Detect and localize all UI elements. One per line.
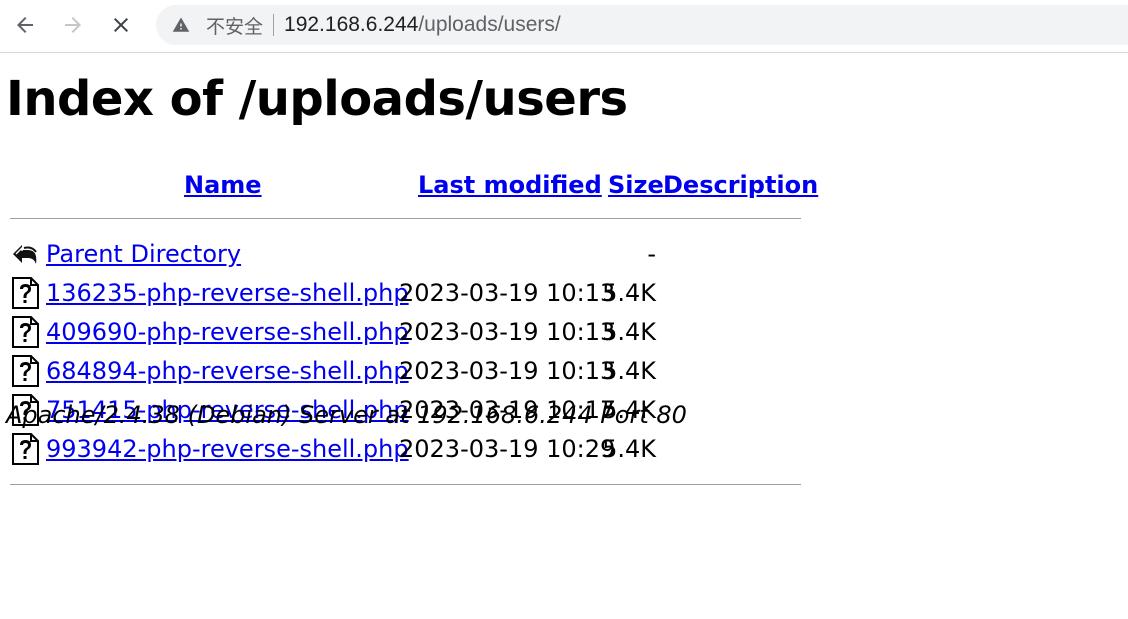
url-host[interactable]: 192.168.6.244 bbox=[284, 13, 418, 37]
url-path[interactable]: /uploads/users/ bbox=[418, 13, 560, 37]
file-size: 5.4K bbox=[602, 279, 656, 307]
parent-directory-link[interactable]: Parent Directory bbox=[46, 240, 241, 268]
address-bar[interactable]: 不安全 192.168.6.244 /uploads/users/ bbox=[156, 5, 1128, 45]
back-icon bbox=[10, 238, 40, 270]
file-link[interactable]: 409690-php-reverse-shell.php bbox=[46, 318, 409, 346]
warning-icon[interactable] bbox=[172, 16, 190, 34]
close-icon bbox=[114, 18, 128, 32]
arrow-left-icon bbox=[17, 17, 33, 33]
column-header-size[interactable]: Size bbox=[608, 171, 664, 199]
file-link[interactable]: 993942-php-reverse-shell.php bbox=[46, 435, 409, 463]
file-modified-date: 2023-03-19 10:29 bbox=[399, 435, 616, 463]
omnibox-separator bbox=[273, 14, 275, 36]
unknown-file-icon bbox=[10, 277, 40, 309]
file-row: 684894-php-reverse-shell.php 2023-03-19 … bbox=[0, 352, 820, 391]
unknown-file-icon bbox=[10, 316, 40, 348]
file-size: 5.4K bbox=[602, 357, 656, 385]
file-size: - bbox=[647, 240, 656, 268]
file-modified-date: 2023-03-19 10:13 bbox=[399, 279, 616, 307]
back-button[interactable] bbox=[10, 10, 40, 40]
footer-divider bbox=[10, 484, 801, 485]
file-size: 5.4K bbox=[602, 318, 656, 346]
file-link[interactable]: 136235-php-reverse-shell.php bbox=[46, 279, 409, 307]
header-divider bbox=[10, 218, 801, 219]
parent-directory-row: Parent Directory - bbox=[0, 235, 820, 274]
column-header-last-modified[interactable]: Last modified bbox=[418, 171, 602, 199]
arrow-right-icon bbox=[65, 17, 81, 33]
file-row: 993942-php-reverse-shell.php 2023-03-19 … bbox=[0, 430, 820, 469]
browser-toolbar: 不安全 192.168.6.244 /uploads/users/ bbox=[0, 0, 1128, 53]
server-signature: Apache/2.4.38 (Debian) Server at 192.168… bbox=[6, 401, 687, 429]
column-header-description[interactable]: Description bbox=[663, 171, 818, 199]
page-content: Index of /uploads/users Name Last modifi… bbox=[0, 53, 1128, 619]
file-modified-date: 2023-03-19 10:13 bbox=[399, 357, 616, 385]
security-status-label[interactable]: 不安全 bbox=[206, 12, 263, 39]
file-size: 5.4K bbox=[602, 435, 656, 463]
forward-button[interactable] bbox=[58, 10, 88, 40]
file-row: 409690-php-reverse-shell.php 2023-03-19 … bbox=[0, 313, 820, 352]
column-header-name[interactable]: Name bbox=[184, 171, 262, 199]
unknown-file-icon bbox=[10, 433, 40, 465]
stop-loading-button[interactable] bbox=[106, 10, 136, 40]
file-row: 136235-php-reverse-shell.php 2023-03-19 … bbox=[0, 274, 820, 313]
file-modified-date: 2023-03-19 10:13 bbox=[399, 318, 616, 346]
file-link[interactable]: 684894-php-reverse-shell.php bbox=[46, 357, 409, 385]
unknown-file-icon bbox=[10, 355, 40, 387]
page-title: Index of /uploads/users bbox=[6, 71, 628, 127]
